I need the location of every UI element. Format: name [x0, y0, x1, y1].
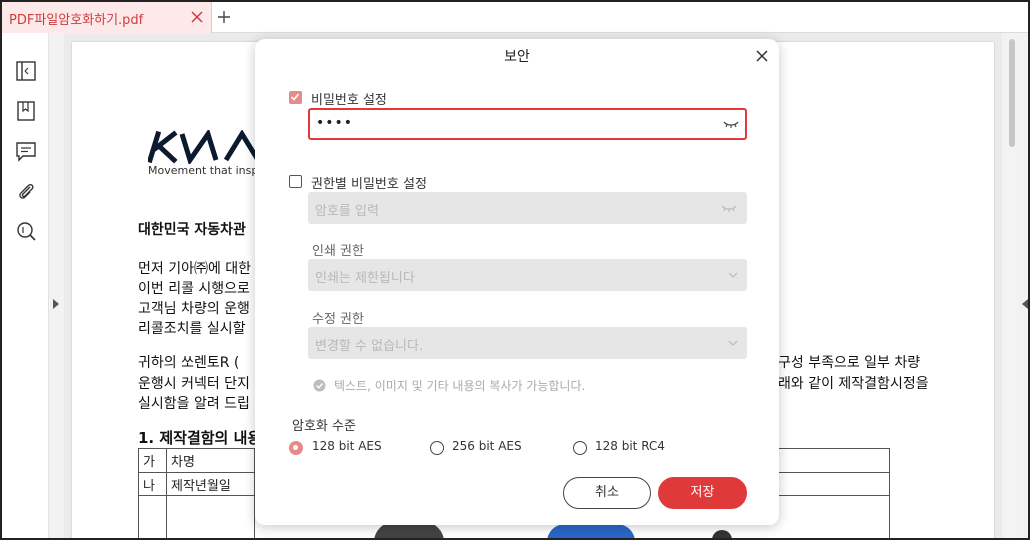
right-panel-arrow[interactable] [1021, 298, 1029, 310]
password-value: •••• [316, 115, 354, 131]
app-window: PDF파일암호화하기.pdf Movement that inspire 대한민… [0, 0, 1030, 540]
permission-password-checkbox[interactable] [289, 175, 302, 188]
doc-paragraph-line: 구성 부족으로 일부 차량 [778, 355, 921, 371]
left-sidebar [2, 33, 49, 538]
eye-closed-icon[interactable] [723, 119, 739, 129]
table-cell-key [138, 495, 167, 538]
table-cell-label [166, 495, 255, 538]
table-cell-key: 나 [138, 471, 167, 497]
print-permission-select[interactable]: 인쇄는 제한됩니다 [308, 259, 747, 291]
bookmark-icon[interactable] [15, 100, 37, 122]
cancel-button[interactable]: 취소 [563, 477, 651, 509]
check-icon [290, 93, 300, 101]
radio-label-128-rc4: 128 bit RC4 [595, 439, 665, 453]
tab-document[interactable]: PDF파일암호화하기.pdf [2, 2, 212, 33]
permission-password-input[interactable]: 암호를 입력 [308, 192, 747, 224]
security-dialog: 보안 비밀번호 설정 •••• 권한별 비밀번호 설정 암호를 입력 인쇄 권한… [255, 39, 779, 525]
radio-128-rc4[interactable] [573, 441, 587, 455]
table-cell-label: 차명 [166, 448, 255, 473]
encryption-level-label: 암호화 수준 [292, 419, 356, 434]
print-permission-value: 인쇄는 제한됩니다 [315, 271, 415, 286]
password-input[interactable]: •••• [308, 108, 747, 140]
copy-permission-note: 텍스트, 이미지 및 기타 내용의 복사가 가능합니다. [334, 379, 586, 393]
radio-128-aes[interactable] [289, 441, 303, 455]
close-icon[interactable] [755, 49, 769, 63]
vertical-scrollbar[interactable] [1006, 35, 1018, 538]
edit-permission-select[interactable]: 변경할 수 없습니다. [308, 327, 747, 359]
attachment-icon[interactable] [15, 180, 37, 202]
sidebar-collapse-arrow[interactable] [52, 298, 60, 310]
password-checkbox[interactable] [289, 91, 302, 104]
doc-section-title: 1. 제작결함의 내용 [138, 429, 262, 447]
kia-logo [148, 130, 261, 164]
chevron-down-icon [728, 340, 738, 346]
permission-password-label: 권한별 비밀번호 설정 [311, 177, 427, 192]
doc-paragraph-line: 귀하의 쏘렌토R ( [138, 355, 240, 371]
chevron-down-icon [728, 272, 738, 278]
table-cell-key: 가 [138, 448, 167, 473]
car-image [547, 524, 635, 538]
password-label: 비밀번호 설정 [311, 93, 387, 108]
tab-title: PDF파일암호화하기.pdf [9, 13, 144, 28]
eye-closed-icon [721, 205, 737, 212]
tab-bar: PDF파일암호화하기.pdf [2, 2, 1028, 33]
check-circle-icon [313, 379, 326, 392]
dialog-title: 보안 [504, 49, 530, 65]
doc-paragraph-line: 리콜조치를 실시할 [138, 321, 246, 337]
scrollbar-thumb[interactable] [1009, 39, 1015, 147]
print-permission-label: 인쇄 권한 [312, 244, 364, 259]
radio-256-aes[interactable] [430, 441, 444, 455]
comment-icon[interactable] [15, 140, 37, 162]
table-cell-label: 제작년월일 [166, 471, 255, 497]
edit-permission-label: 수정 권한 [312, 312, 364, 327]
save-button[interactable]: 저장 [658, 477, 747, 509]
doc-paragraph-line: 이번 리콜 시행으로 [138, 281, 250, 297]
doc-paragraph-line: 먼저 기아㈜에 대한 [138, 261, 252, 277]
doc-paragraph-line: 운행시 커넥터 단지 [138, 376, 250, 392]
permission-password-placeholder: 암호를 입력 [315, 204, 379, 219]
panel-icon[interactable] [15, 60, 37, 82]
doc-paragraph-line: 래와 같이 제작결함시정을 [778, 376, 929, 392]
doc-heading: 대한민국 자동차관 [138, 222, 246, 238]
plus-icon[interactable] [216, 9, 232, 25]
edit-permission-value: 변경할 수 없습니다. [315, 339, 424, 354]
search-icon[interactable] [15, 220, 37, 242]
doc-paragraph-line: 실시함을 알려 드립 [138, 396, 250, 412]
radio-label-128-aes: 128 bit AES [312, 439, 382, 453]
doc-paragraph-line: 고객님 차량의 운행 [138, 301, 250, 317]
logo-tagline: Movement that inspire [148, 164, 273, 177]
close-icon[interactable] [190, 10, 204, 24]
radio-label-256-aes: 256 bit AES [452, 439, 522, 453]
